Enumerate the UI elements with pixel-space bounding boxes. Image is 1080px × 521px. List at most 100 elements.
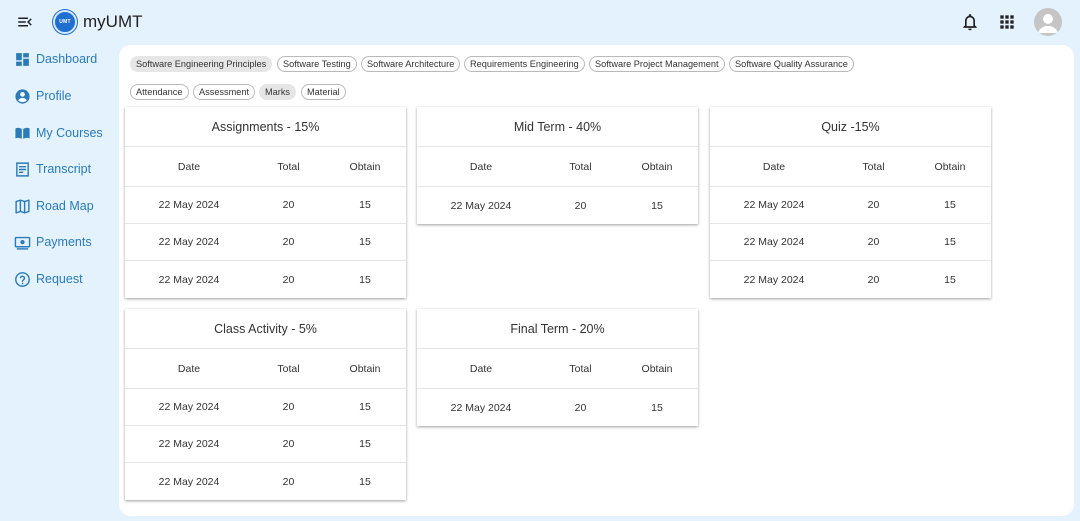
column-header-date: Date bbox=[177, 160, 201, 173]
logo-text: UMT bbox=[59, 19, 71, 25]
course-chip-software-architecture[interactable]: Software Architecture bbox=[361, 56, 461, 72]
account-avatar[interactable] bbox=[1034, 8, 1062, 36]
table-header-row: Date Total Obtain bbox=[417, 349, 698, 389]
total-cell: 20 bbox=[574, 199, 587, 212]
table-row: 22 May 2024 20 15 bbox=[710, 187, 991, 224]
map-icon bbox=[15, 199, 30, 214]
date-cell: 22 May 2024 bbox=[743, 236, 805, 248]
section-chip-marks[interactable]: Marks bbox=[259, 84, 297, 100]
table-row: 22 May 2024 20 15 bbox=[710, 261, 991, 298]
date-cell: 22 May 2024 bbox=[158, 401, 220, 413]
total-cell: 20 bbox=[867, 273, 880, 286]
table-row: 22 May 2024 20 15 bbox=[125, 224, 406, 261]
main-panel: Software Engineering Principles Software… bbox=[119, 45, 1074, 516]
sidebar-item-payments[interactable]: Payments bbox=[14, 232, 118, 254]
account-icon bbox=[1038, 14, 1058, 33]
column-header-date: Date bbox=[762, 160, 786, 173]
obtain-cell: 15 bbox=[359, 401, 371, 413]
obtain-cell: 15 bbox=[359, 199, 371, 211]
date-cell: 22 May 2024 bbox=[158, 236, 220, 248]
date-cell: 22 May 2024 bbox=[450, 401, 512, 414]
total-cell: 20 bbox=[282, 236, 295, 248]
column-header-obtain: Obtain bbox=[641, 160, 673, 173]
card-title: Assignments - 15% bbox=[125, 107, 406, 147]
sidebar-item-profile[interactable]: Profile bbox=[14, 86, 118, 108]
table-row: 22 May 2024 20 15 bbox=[125, 426, 406, 463]
sidebar-item-label: Transcript bbox=[36, 162, 92, 176]
date-cell: 22 May 2024 bbox=[158, 438, 220, 450]
date-cell: 22 May 2024 bbox=[158, 475, 220, 488]
sidebar-item-dashboard[interactable]: Dashboard bbox=[14, 49, 118, 71]
menu-toggle-icon[interactable] bbox=[16, 13, 34, 31]
section-chip-material[interactable]: Material bbox=[301, 84, 346, 100]
table-row: 22 May 2024 20 15 bbox=[125, 187, 406, 224]
column-header-obtain: Obtain bbox=[934, 160, 966, 173]
column-header-total: Total bbox=[862, 160, 885, 173]
course-chip-software-project-management[interactable]: Software Project Management bbox=[589, 56, 725, 72]
table-row: 22 May 2024 20 15 bbox=[125, 389, 406, 426]
sidebar-item-transcript[interactable]: Transcript bbox=[14, 159, 118, 181]
profile-icon bbox=[15, 89, 30, 104]
sidebar-item-request[interactable]: Request bbox=[14, 269, 118, 291]
bell-icon[interactable] bbox=[960, 12, 980, 32]
help-icon bbox=[15, 272, 30, 287]
section-chip-assessment[interactable]: Assessment bbox=[193, 84, 256, 100]
app-title: myUMT bbox=[83, 12, 143, 31]
course-chip-software-engineering-principles[interactable]: Software Engineering Principles bbox=[130, 56, 273, 72]
sidebar-item-label: My Courses bbox=[36, 126, 103, 140]
card-title: Mid Term - 40% bbox=[417, 107, 698, 147]
column-header-total: Total bbox=[277, 160, 300, 173]
total-cell: 20 bbox=[282, 199, 295, 211]
date-cell: 22 May 2024 bbox=[158, 199, 220, 211]
total-cell: 20 bbox=[282, 438, 295, 450]
class-activity-card: Class Activity - 5% Date Total Obtain 22… bbox=[125, 309, 406, 500]
course-chip-requirements-engineering[interactable]: Requirements Engineering bbox=[464, 56, 585, 72]
umt-logo: UMT bbox=[53, 10, 77, 34]
dashboard-icon bbox=[16, 53, 29, 66]
table-row: 22 May 2024 20 15 bbox=[417, 187, 698, 224]
column-header-total: Total bbox=[569, 160, 592, 173]
table-row: 22 May 2024 20 15 bbox=[710, 224, 991, 261]
total-cell: 20 bbox=[574, 401, 587, 414]
obtain-cell: 15 bbox=[944, 199, 956, 211]
date-cell: 22 May 2024 bbox=[450, 199, 512, 212]
total-cell: 20 bbox=[867, 236, 880, 248]
column-header-obtain: Obtain bbox=[349, 160, 381, 173]
obtain-cell: 15 bbox=[944, 273, 956, 286]
total-cell: 20 bbox=[282, 475, 295, 488]
assignments-card: Assignments - 15% Date Total Obtain 22 M… bbox=[125, 107, 406, 298]
obtain-cell: 15 bbox=[359, 273, 371, 286]
obtain-cell: 15 bbox=[359, 236, 371, 248]
payments-icon bbox=[14, 236, 31, 250]
section-chip-attendance[interactable]: Attendance bbox=[130, 84, 189, 100]
column-header-obtain: Obtain bbox=[349, 362, 381, 375]
sidebar-item-label: Profile bbox=[36, 89, 72, 103]
apps-grid-icon[interactable] bbox=[997, 12, 1017, 32]
course-chip-software-quality-assurance[interactable]: Software Quality Assurance bbox=[729, 56, 854, 72]
book-icon bbox=[15, 127, 30, 139]
table-header-row: Date Total Obtain bbox=[125, 349, 406, 389]
obtain-cell: 15 bbox=[359, 475, 371, 488]
date-cell: 22 May 2024 bbox=[743, 199, 805, 211]
obtain-cell: 15 bbox=[359, 438, 371, 450]
final-term-card: Final Term - 20% Date Total Obtain 22 Ma… bbox=[417, 309, 698, 426]
sidebar-item-my-courses[interactable]: My Courses bbox=[14, 123, 118, 145]
top-bar: UMT myUMT bbox=[0, 0, 1080, 44]
course-chip-software-testing[interactable]: Software Testing bbox=[277, 56, 357, 72]
column-header-total: Total bbox=[569, 362, 592, 375]
table-header-row: Date Total Obtain bbox=[417, 147, 698, 187]
column-header-date: Date bbox=[469, 160, 493, 173]
obtain-cell: 15 bbox=[944, 236, 956, 248]
quiz-card: Quiz -15% Date Total Obtain 22 May 2024 … bbox=[710, 107, 991, 298]
table-row: 22 May 2024 20 15 bbox=[125, 261, 406, 298]
table-row: 22 May 2024 20 15 bbox=[125, 463, 406, 500]
sidebar-item-label: Request bbox=[36, 272, 83, 286]
mid-term-card: Mid Term - 40% Date Total Obtain 22 May … bbox=[417, 107, 698, 224]
card-title: Quiz -15% bbox=[710, 107, 991, 147]
sidebar-item-road-map[interactable]: Road Map bbox=[14, 196, 118, 218]
sidebar-item-label: Road Map bbox=[36, 199, 94, 213]
total-cell: 20 bbox=[282, 401, 295, 413]
total-cell: 20 bbox=[282, 273, 295, 286]
table-row: 22 May 2024 20 15 bbox=[417, 389, 698, 426]
sidebar-item-label: Payments bbox=[36, 235, 92, 249]
